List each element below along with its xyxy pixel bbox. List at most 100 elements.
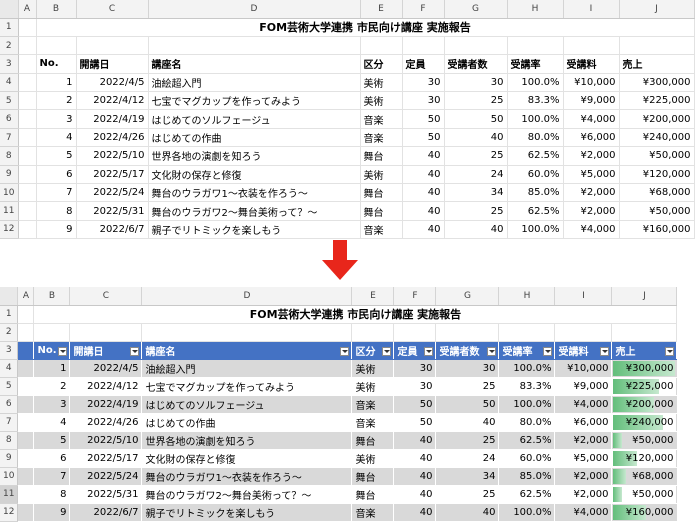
cell-name[interactable]: はじめてのソルフェージュ [148, 109, 361, 129]
filter-dropdown-icon[interactable] [600, 346, 610, 356]
cell-cap[interactable]: 40 [393, 467, 437, 486]
cell-fee[interactable]: ¥9,000 [554, 377, 613, 396]
row-header[interactable]: 11 [0, 201, 19, 221]
cell-sales[interactable]: ¥300,000 [619, 73, 695, 93]
cell-cap[interactable]: 40 [393, 503, 437, 522]
header-fee[interactable]: 受講料 [554, 341, 613, 360]
cell-no[interactable]: 7 [33, 467, 71, 486]
cell-no[interactable]: 2 [36, 91, 77, 111]
cell-date[interactable]: 2022/4/5 [69, 359, 143, 378]
cell-name[interactable]: 文化財の保存と修復 [141, 449, 353, 468]
cell-cap[interactable]: 40 [393, 449, 437, 468]
cell-a10[interactable] [17, 467, 35, 486]
cell-att[interactable]: 25 [435, 485, 500, 504]
cell-att[interactable]: 24 [444, 165, 508, 185]
cell-sales[interactable]: ¥225,000 [611, 377, 678, 396]
row-header[interactable]: 6 [0, 395, 19, 414]
empty-cell[interactable] [507, 36, 564, 56]
cell-date[interactable]: 2022/4/12 [76, 91, 149, 111]
cell-cap[interactable]: 50 [393, 395, 437, 414]
row-header[interactable]: 5 [0, 91, 19, 111]
report-title[interactable]: FOM芸術大学連携 市民向け講座 実施報告 [36, 18, 695, 37]
header-name[interactable]: 講座名 [141, 341, 353, 360]
column-header-f[interactable]: F [402, 0, 445, 19]
cell-sales[interactable]: ¥120,000 [611, 449, 678, 468]
row-header[interactable]: 12 [0, 220, 19, 240]
cell-name[interactable]: 舞台のウラガワ2～舞台美術って？～ [141, 485, 353, 504]
row-header[interactable]: 4 [0, 359, 19, 378]
cell-cat[interactable]: 音楽 [351, 395, 395, 414]
cell-rate[interactable]: 100.0% [498, 359, 556, 378]
cell-fee[interactable]: ¥9,000 [563, 91, 620, 111]
column-header-h[interactable]: H [507, 0, 564, 19]
cell-att[interactable]: 40 [444, 128, 508, 148]
row-header[interactable]: 4 [0, 73, 19, 93]
cell-no[interactable]: 9 [36, 220, 77, 240]
cell-no[interactable]: 8 [33, 485, 71, 504]
cell-name[interactable]: 世界各地の演劇を知ろう [148, 146, 361, 166]
empty-cell[interactable] [619, 36, 695, 56]
cell-name[interactable]: 油絵超入門 [141, 359, 353, 378]
cell-no[interactable]: 3 [33, 395, 71, 414]
cell-fee[interactable]: ¥6,000 [563, 128, 620, 148]
cell-att[interactable]: 25 [435, 377, 500, 396]
cell-cap[interactable]: 30 [393, 377, 437, 396]
cell-cat[interactable]: 美術 [351, 359, 395, 378]
cell-rate[interactable]: 60.0% [507, 165, 564, 185]
cell-fee[interactable]: ¥2,000 [563, 146, 620, 166]
row-header[interactable]: 6 [0, 109, 19, 129]
cell-sales[interactable]: ¥50,000 [611, 431, 678, 450]
cell-cat[interactable]: 音楽 [360, 220, 403, 240]
cell-rate[interactable]: 62.5% [507, 146, 564, 166]
cell-name[interactable]: 七宝でマグカップを作ってみよう [141, 377, 353, 396]
cell-a12[interactable] [18, 220, 37, 240]
column-header-j[interactable]: J [619, 0, 695, 19]
cell-a7[interactable] [17, 413, 35, 432]
cell-date[interactable]: 2022/5/10 [76, 146, 149, 166]
header-date[interactable]: 開講日 [69, 341, 143, 360]
filter-dropdown-icon[interactable] [487, 346, 497, 356]
header-name[interactable]: 講座名 [148, 54, 361, 74]
cell-a8[interactable] [18, 146, 37, 166]
cell-date[interactable]: 2022/5/31 [69, 485, 143, 504]
cell-sales[interactable]: ¥50,000 [611, 485, 678, 504]
cell-sales[interactable]: ¥120,000 [619, 165, 695, 185]
row-header[interactable]: 1 [0, 305, 19, 324]
cell-a4[interactable] [18, 73, 37, 93]
empty-cell[interactable] [69, 323, 143, 342]
cell-a9[interactable] [17, 449, 35, 468]
cell-fee[interactable]: ¥2,000 [563, 201, 620, 221]
cell-name[interactable]: 親子でリトミックを楽しもう [141, 503, 353, 522]
cell-cap[interactable]: 30 [402, 73, 445, 93]
column-header-d[interactable]: D [141, 287, 353, 306]
row-header[interactable]: 2 [0, 36, 19, 56]
select-all-corner[interactable] [0, 0, 19, 19]
cell-date[interactable]: 2022/4/19 [76, 109, 149, 129]
column-header-c[interactable]: C [76, 0, 149, 19]
cell-sales[interactable]: ¥200,000 [619, 109, 695, 129]
cell-rate[interactable]: 100.0% [498, 503, 556, 522]
cell-cat[interactable]: 舞台 [351, 431, 395, 450]
empty-cell[interactable] [148, 36, 361, 56]
row-header[interactable]: 2 [0, 323, 19, 342]
cell-cap[interactable]: 40 [402, 201, 445, 221]
column-header-a[interactable]: A [17, 287, 35, 306]
cell-att[interactable]: 30 [435, 359, 500, 378]
cell-cap[interactable]: 40 [393, 431, 437, 450]
cell-cap[interactable]: 50 [402, 128, 445, 148]
header-no[interactable]: No. [33, 341, 71, 360]
cell-sales[interactable]: ¥240,000 [611, 413, 678, 432]
cell-att[interactable]: 34 [444, 183, 508, 203]
cell-cat[interactable]: 音楽 [351, 503, 395, 522]
header-rate[interactable]: 受講率 [498, 341, 556, 360]
cell-sales[interactable]: ¥68,000 [619, 183, 695, 203]
cell-cap[interactable]: 40 [402, 165, 445, 185]
cell-date[interactable]: 2022/5/31 [76, 201, 149, 221]
cell-a1[interactable] [18, 18, 37, 37]
header-sales[interactable]: 売上 [619, 54, 695, 74]
row-header[interactable]: 7 [0, 413, 19, 432]
row-header[interactable]: 9 [0, 165, 19, 185]
cell-att[interactable]: 30 [444, 73, 508, 93]
empty-cell[interactable] [554, 323, 613, 342]
header-rate[interactable]: 受講率 [507, 54, 564, 74]
